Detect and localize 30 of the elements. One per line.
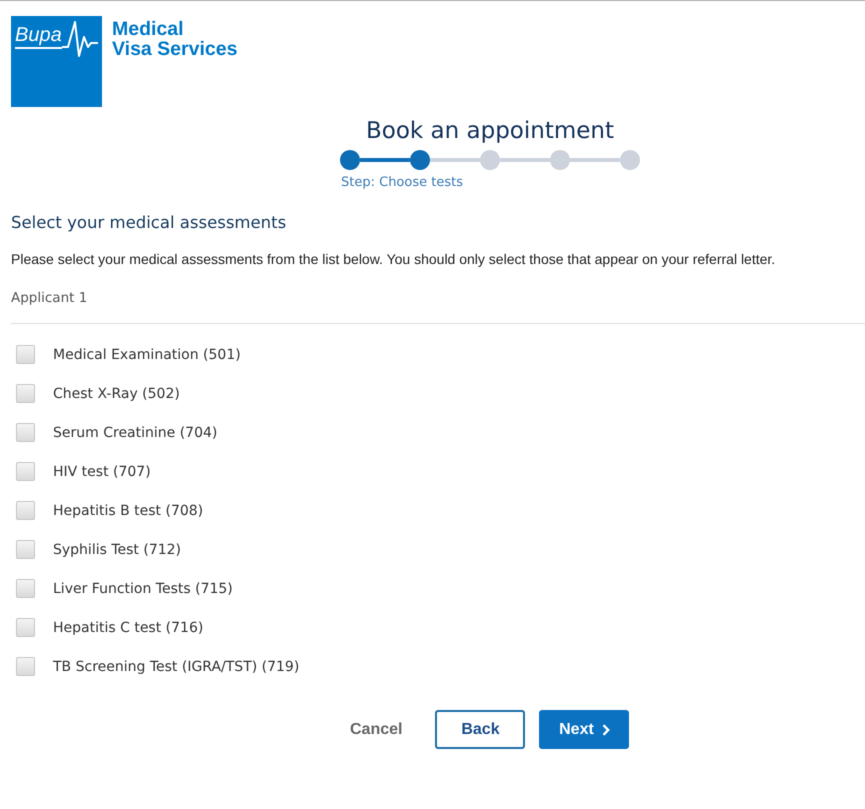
checkbox-label[interactable]: Liver Function Tests (715) bbox=[53, 578, 233, 598]
next-button[interactable]: Next bbox=[539, 710, 630, 749]
cancel-button[interactable]: Cancel bbox=[340, 710, 412, 749]
chevron-right-icon bbox=[602, 724, 610, 736]
back-button[interactable]: Back bbox=[435, 710, 526, 749]
page-title: Book an appointment bbox=[366, 117, 614, 145]
checkbox-label[interactable]: HIV test (707) bbox=[53, 462, 151, 482]
checkbox[interactable] bbox=[16, 384, 35, 403]
checkbox[interactable] bbox=[16, 579, 35, 598]
checkbox-label[interactable]: Hepatitis B test (708) bbox=[53, 500, 204, 520]
checkbox-label[interactable]: Chest X-Ray (502) bbox=[53, 384, 180, 404]
checkbox[interactable] bbox=[16, 423, 35, 442]
logo-wordmark: Bupa bbox=[15, 24, 62, 49]
checkbox[interactable] bbox=[16, 657, 35, 676]
checkbox-label[interactable]: Hepatitis C test (716) bbox=[53, 618, 204, 638]
step-caption: Step: Choose tests bbox=[341, 174, 463, 192]
checkbox-label[interactable]: Medical Examination (501) bbox=[53, 344, 241, 364]
checkbox[interactable] bbox=[16, 462, 35, 481]
section-heading: Select your medical assessments bbox=[11, 212, 286, 234]
checkbox-label[interactable]: TB Screening Test (IGRA/TST) (719) bbox=[53, 656, 300, 676]
heartbeat-icon bbox=[62, 20, 98, 58]
brand-name: Medical Visa Services bbox=[112, 19, 238, 59]
checkbox[interactable] bbox=[16, 618, 35, 637]
checkbox-label[interactable]: Serum Creatinine (704) bbox=[53, 422, 218, 442]
checkbox[interactable] bbox=[16, 540, 35, 559]
checkbox[interactable] bbox=[16, 345, 35, 364]
checkbox-label[interactable]: Syphilis Test (712) bbox=[53, 540, 182, 560]
intro-text: Please select your medical assessments from the list below. You should only select those that appear on your referral letter. bbox=[11, 250, 776, 269]
checkbox[interactable] bbox=[16, 501, 35, 520]
applicant-label: Applicant 1 bbox=[11, 289, 88, 308]
